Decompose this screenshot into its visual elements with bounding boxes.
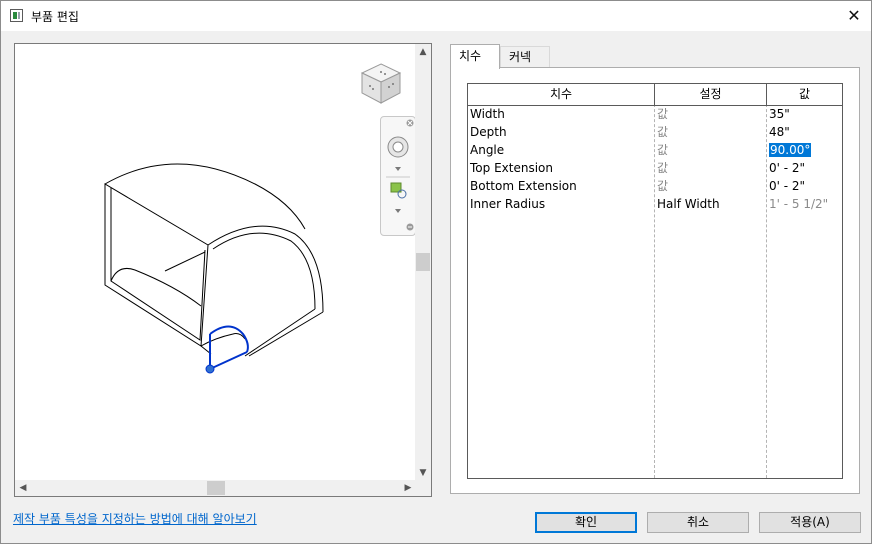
- row-value[interactable]: 0' - 2": [767, 177, 842, 195]
- row-name: Inner Radius: [470, 197, 546, 211]
- row-setting[interactable]: Half Width: [655, 195, 766, 213]
- column-header-value[interactable]: 값: [767, 84, 842, 105]
- grid-header: 치수 설정 값: [468, 84, 842, 106]
- close-button[interactable]: ✕: [837, 1, 871, 31]
- table-row[interactable]: Width 값 35": [468, 105, 842, 123]
- table-row[interactable]: Angle 값 90.00°: [468, 141, 842, 159]
- dimensions-panel: 치수 설정 값 Width 값 35" Depth 값 48" Angle 값 …: [450, 67, 860, 494]
- row-setting[interactable]: 값: [655, 177, 766, 195]
- vertical-scroll-thumb[interactable]: [416, 253, 430, 271]
- row-setting[interactable]: 값: [655, 159, 766, 177]
- horizontal-scroll-thumb[interactable]: [207, 481, 225, 495]
- preview-canvas[interactable]: [15, 44, 416, 481]
- apply-button[interactable]: 적용(A): [759, 512, 861, 533]
- navigation-bar: [380, 116, 416, 236]
- column-header-dimension[interactable]: 치수: [468, 84, 655, 105]
- selected-value-text[interactable]: 90.00°: [769, 143, 812, 157]
- row-setting[interactable]: 값: [655, 141, 766, 159]
- steering-wheel-icon[interactable]: [386, 135, 410, 159]
- ok-button[interactable]: 확인: [535, 512, 637, 533]
- tab-dimensions[interactable]: 치수: [450, 44, 500, 69]
- part-edit-dialog: 부품 편집 ✕ ▲ ▼ ◀ ▶ 치수 커넥 치수 설정 값 Width 값 35…: [0, 0, 872, 544]
- scroll-right-icon[interactable]: ▶: [400, 480, 416, 496]
- cancel-button[interactable]: 취소: [647, 512, 749, 533]
- title-bar: 부품 편집 ✕: [1, 1, 871, 31]
- table-row[interactable]: Bottom Extension 값 0' - 2": [468, 177, 842, 195]
- window-title: 부품 편집: [31, 10, 79, 24]
- table-row[interactable]: Depth 값 48": [468, 123, 842, 141]
- table-row[interactable]: Top Extension 값 0' - 2": [468, 159, 842, 177]
- row-name: Angle: [470, 143, 505, 157]
- preview-viewport[interactable]: ▲ ▼ ◀ ▶: [14, 43, 432, 497]
- row-setting[interactable]: 값: [655, 123, 766, 141]
- row-setting[interactable]: 값: [655, 105, 766, 123]
- row-value[interactable]: 48": [767, 123, 842, 141]
- column-header-setting[interactable]: 설정: [655, 84, 767, 105]
- row-name: Top Extension: [470, 161, 553, 175]
- row-value[interactable]: 0' - 2": [767, 159, 842, 177]
- duct-fitting-drawing: [104, 163, 324, 374]
- scrollbar-corner: [415, 480, 431, 496]
- scroll-up-icon[interactable]: ▲: [415, 44, 431, 60]
- vertical-scrollbar[interactable]: ▲ ▼: [415, 44, 431, 481]
- viewcube-icon[interactable]: [356, 58, 406, 108]
- row-name: Width: [470, 107, 505, 121]
- tab-connectors[interactable]: 커넥터: [500, 46, 550, 84]
- family-editor-icon: [10, 9, 23, 22]
- horizontal-scrollbar[interactable]: ◀ ▶: [15, 480, 416, 496]
- row-value[interactable]: 35": [767, 105, 842, 123]
- close-icon: ✕: [847, 6, 861, 25]
- help-link[interactable]: 제작 부품 특성을 지정하는 방법에 대해 알아보기: [13, 510, 257, 527]
- scroll-left-icon[interactable]: ◀: [15, 480, 31, 496]
- row-name: Depth: [470, 125, 507, 139]
- dimensions-grid: 치수 설정 값 Width 값 35" Depth 값 48" Angle 값 …: [467, 83, 843, 479]
- row-value: 1' - 5 1/2": [769, 197, 829, 211]
- row-name: Bottom Extension: [470, 179, 577, 193]
- row-value-selected[interactable]: 90.00°: [767, 141, 842, 159]
- scroll-down-icon[interactable]: ▼: [415, 465, 431, 481]
- table-row[interactable]: Inner Radius Half Width 1' - 5 1/2": [468, 195, 842, 213]
- zoom-region-icon[interactable]: [387, 180, 409, 200]
